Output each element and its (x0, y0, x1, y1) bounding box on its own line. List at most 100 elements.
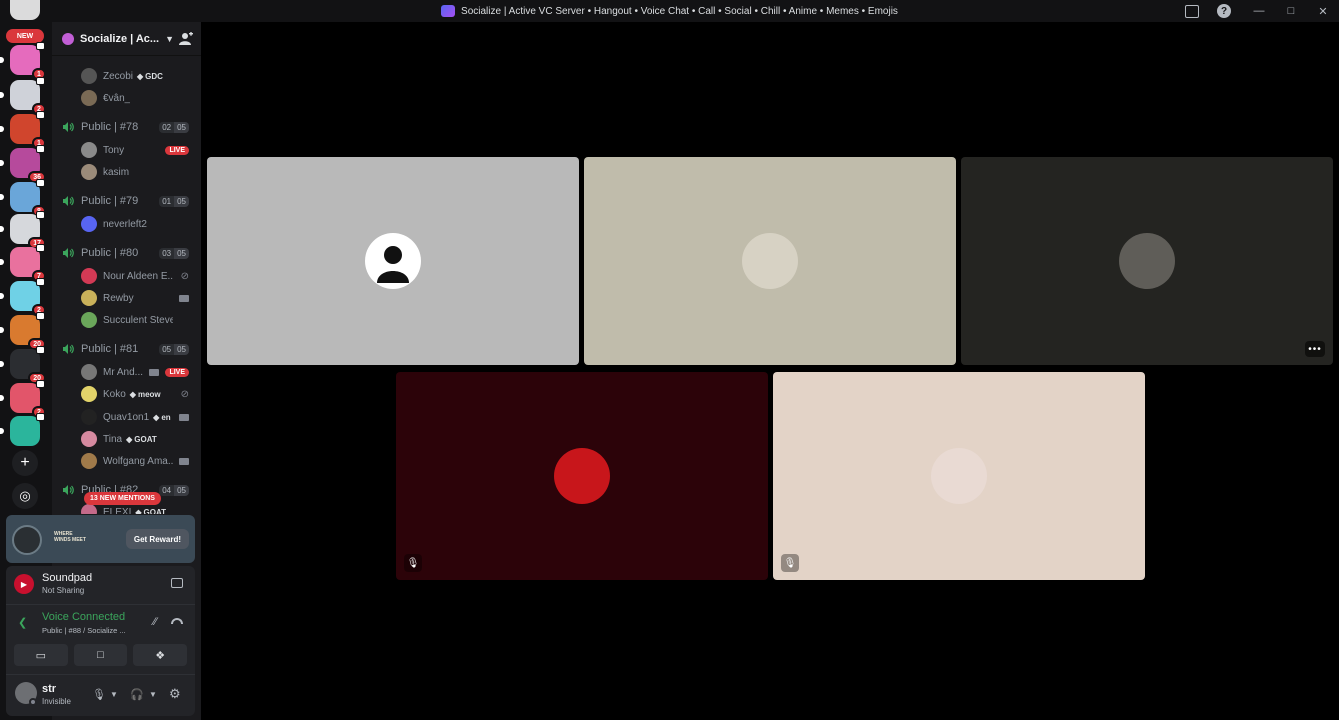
voice-member[interactable]: Koko ◆ meow ⊘ (52, 384, 201, 404)
voice-member[interactable]: Succulent Steve (52, 310, 201, 330)
voice-member[interactable]: Tony LIVE (52, 140, 201, 160)
home-button[interactable] (10, 0, 40, 20)
server-header[interactable]: Socialize | Ac... ▼ (52, 22, 201, 56)
new-mentions-badge[interactable]: 13 NEW MENTIONS (84, 492, 161, 505)
soundpad-activity: ▶ Soundpad Not Sharing (6, 566, 195, 602)
participant-tile[interactable]: ••• (961, 157, 1333, 365)
voice-indicator-icon (36, 278, 45, 286)
channel-name: Public | #78 (81, 121, 139, 133)
voice-channel[interactable]: Public | #78 02 05 (52, 117, 201, 137)
voice-member[interactable]: Mr And... LIVE (52, 362, 201, 382)
server-icon[interactable]: 20 (0, 312, 46, 350)
voice-actions: ▭ □ ❖ (14, 644, 188, 666)
user-count: 01 05 (159, 195, 189, 207)
maximize-button[interactable]: □ (1275, 0, 1307, 22)
get-reward-button[interactable]: Get Reward! (125, 529, 189, 549)
headphones-icon[interactable]: 🎧 (130, 688, 144, 701)
signal-icon[interactable]: ❮ (18, 616, 27, 629)
chevron-down-icon: ▼ (165, 33, 175, 44)
voice-member[interactable]: Rewby (52, 288, 201, 308)
server-icon[interactable]: 17 (0, 211, 46, 249)
speaker-icon (63, 196, 74, 206)
share-screen-icon[interactable] (171, 578, 183, 588)
avatar (81, 364, 97, 380)
voice-connected-label[interactable]: Voice Connected (42, 611, 125, 623)
avatar (81, 431, 97, 447)
participant-avatar (742, 233, 798, 289)
minimize-button[interactable]: — (1243, 0, 1275, 22)
unread-pill (0, 160, 4, 166)
server-icon[interactable]: 2 (0, 278, 46, 316)
close-button[interactable]: ✕ (1307, 0, 1339, 22)
server-icon[interactable]: 20 (0, 346, 46, 384)
speaker-icon (63, 485, 74, 495)
voice-channel[interactable]: Public | #81 05 05 (52, 339, 201, 359)
voice-member[interactable]: kasim (52, 162, 201, 182)
unread-pill (0, 92, 4, 98)
voice-indicator-icon (36, 413, 45, 421)
add-server-icon[interactable]: + (12, 450, 38, 476)
camera-icon (179, 458, 189, 465)
server-icon[interactable]: 1 (0, 42, 46, 80)
server-icon[interactable]: 7 (0, 244, 46, 282)
voice-channel[interactable]: Public | #79 01 05 (52, 191, 201, 211)
invite-member-icon[interactable] (179, 32, 193, 46)
soundpad-icon: ▶ (14, 574, 34, 594)
discover-icon[interactable]: ◎ (12, 483, 38, 509)
avatar (81, 90, 97, 106)
username[interactable]: str (42, 683, 56, 695)
microphone-icon[interactable]: 🎙 (92, 688, 106, 701)
noise-suppression-icon[interactable]: ∕∕ (153, 616, 157, 628)
unread-pill (0, 395, 4, 401)
voice-member[interactable]: neverleft2 (52, 214, 201, 234)
server-icon[interactable]: 2 (0, 380, 46, 418)
server-icon[interactable] (0, 413, 45, 446)
member-name: neverleft2 (103, 218, 147, 230)
new-badge: NEW (6, 29, 44, 43)
help-icon[interactable]: ? (1217, 4, 1231, 18)
participant-tile[interactable] (584, 157, 956, 365)
tag-icon: ◆ (126, 434, 133, 444)
user-count: 03 05 (159, 247, 189, 259)
voice-channel-path[interactable]: Public | #88 / Socialize ... (42, 626, 126, 635)
voice-member[interactable]: Tina ◆ GOAT (52, 429, 201, 449)
member-name: kasim (103, 166, 130, 178)
window-title: Socialize | Active VC Server • Hangout •… (461, 5, 898, 17)
participant-avatar (554, 448, 610, 504)
voice-indicator-icon (36, 111, 45, 119)
avatar (81, 164, 97, 180)
server-name: Socialize | Ac... (80, 32, 160, 45)
server-tag: ◆ meow (129, 389, 161, 399)
voice-channel[interactable]: Public | #80 03 05 (52, 243, 201, 263)
more-options-icon[interactable]: ••• (1305, 341, 1325, 357)
participant-tile[interactable] (207, 157, 579, 365)
screen-share-button[interactable]: □ (73, 644, 128, 666)
unread-pill (0, 57, 4, 63)
member-name: Wolfgang Ama... (103, 455, 173, 467)
unread-pill (0, 327, 4, 333)
inbox-icon[interactable] (1185, 4, 1199, 18)
disconnect-icon[interactable] (171, 618, 183, 624)
voice-member[interactable]: Zecobi ◆ GDC (52, 66, 201, 86)
voice-member[interactable]: Wolfgang Ama... (52, 451, 201, 471)
server-icon (441, 5, 456, 17)
unread-pill (0, 194, 4, 200)
voice-member[interactable]: Quav1on1 ◆ en (52, 407, 201, 427)
server-icon[interactable]: 36 (0, 145, 46, 183)
gear-icon[interactable]: ⚙ (169, 686, 181, 702)
voice-member[interactable]: €vân_ (52, 88, 201, 108)
participant-tile[interactable]: 🎙 (396, 372, 768, 580)
member-name: Quav1on1 (103, 411, 150, 423)
activities-button[interactable]: ❖ (133, 644, 188, 666)
server-icon[interactable]: 8 (0, 179, 46, 217)
camera-off-button[interactable]: ▭ (14, 644, 68, 666)
participant-tile[interactable]: 🎙 (773, 372, 1145, 580)
server-icon[interactable]: 1 (0, 111, 46, 149)
voice-indicator-icon (36, 179, 45, 187)
chevron-down-icon[interactable]: ▼ (110, 690, 118, 699)
chevron-down-icon[interactable]: ▼ (149, 690, 157, 699)
unread-pill (0, 126, 4, 132)
voice-member[interactable]: Nour Aldeen E... ⊘ (52, 266, 201, 286)
server-icon[interactable]: 2 (0, 77, 46, 115)
server-tag: ◆ GOAT (135, 508, 166, 515)
